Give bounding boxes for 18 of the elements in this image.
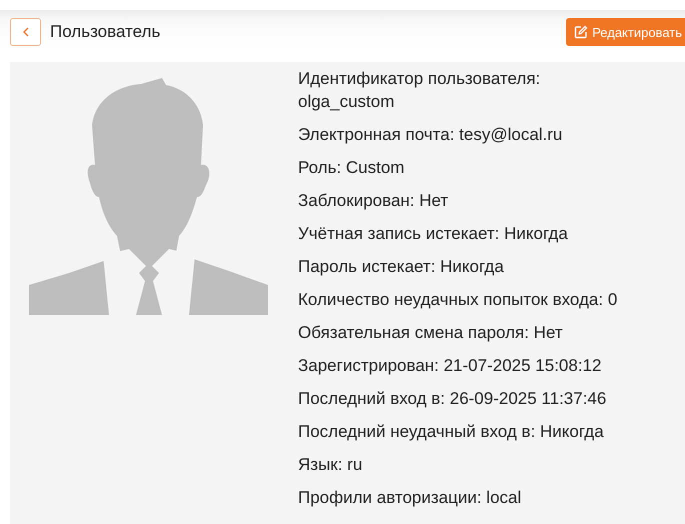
detail-line: Профили авторизации: local <box>298 487 522 509</box>
detail-line: Последний неудачный вход в: Никогда <box>298 421 605 443</box>
detail-line: Язык: ru <box>298 454 364 476</box>
chevron-left-icon <box>22 27 28 37</box>
back-button[interactable] <box>10 18 41 46</box>
detail-line: Роль: Custom <box>298 157 406 179</box>
detail-line: Зарегистрирован: 21-07-2025 15:08:12 <box>298 355 602 377</box>
detail-line: Идентификатор пользователя: olga_custom <box>298 68 542 113</box>
detail-line: Пароль истекает: Никогда <box>298 256 505 278</box>
detail-line: Учётная запись истекает: Никогда <box>298 223 569 245</box>
edit-button[interactable]: Редактировать <box>566 18 685 46</box>
detail-line: Заблокирован: Нет <box>298 190 450 212</box>
page-title: Пользователь <box>50 22 160 42</box>
detail-line: Обязательная смена пароля: Нет <box>298 322 564 344</box>
detail-line: Электронная почта: tesy@local.ru <box>298 124 564 146</box>
detail-line: Последний вход в: 26-09-2025 11:37:46 <box>298 388 608 410</box>
detail-line: Количество неудачных попыток входа: 0 <box>298 289 618 311</box>
edit-icon <box>574 25 588 39</box>
